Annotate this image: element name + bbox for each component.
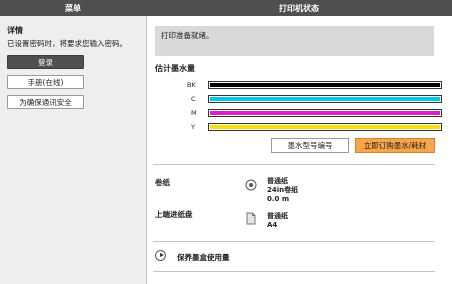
manual-online-button[interactable]: 手册(在线) [7, 75, 84, 89]
password-message: 已设置密码时，将要求您输入密码。 [7, 39, 127, 48]
play-icon[interactable] [155, 250, 166, 261]
roll-paper-type: 普通纸 [267, 177, 288, 185]
ink-row-y: Y [155, 123, 442, 131]
ink-fill-c [210, 97, 440, 101]
ink-row-c: C [155, 95, 442, 103]
ink-fill-y [210, 125, 440, 129]
detail-title: 详情 [7, 26, 23, 35]
ink-model-number-button[interactable]: 墨水型号编号 [271, 138, 349, 153]
status-title: 打印机状态 [279, 3, 319, 13]
ink-label-y: Y [191, 123, 195, 131]
roll-paper-info: 普通纸 24in卷纸 0.0 m [267, 177, 298, 204]
ink-bar-bk [208, 81, 442, 89]
ink-row-bk: BK [155, 81, 442, 89]
ink-label-m: M [191, 109, 197, 117]
status-message: 打印准备就绪。 [161, 31, 214, 40]
roll-paper-label: 卷纸 [155, 178, 170, 187]
upper-tray-info: 普通纸 A4 [267, 212, 288, 230]
menu-header: 菜单 [0, 0, 146, 16]
upper-tray-size: A4 [267, 221, 278, 229]
section-divider-2 [153, 241, 435, 242]
ink-label-c: C [191, 95, 196, 103]
ink-row-m: M [155, 109, 442, 117]
roll-paper-remaining: 0.0 m [267, 195, 290, 203]
maintenance-cartridge-label[interactable]: 保养墨盒使用量 [177, 252, 230, 263]
order-ink-button[interactable]: 立即订购墨水/耗材 [355, 138, 435, 153]
section-divider-3 [153, 271, 435, 272]
sheet-paper-icon [246, 212, 256, 227]
upper-tray-media: 普通纸 [267, 212, 288, 220]
roll-paper-icon [245, 179, 257, 193]
printer-status-panel: 打印准备就绪。 估计墨水量 BK C M Y 墨水型号编号 立即订购墨水/耗材 … [147, 16, 452, 284]
ink-bar-y [208, 123, 442, 131]
ink-bar-c [208, 95, 442, 103]
login-button[interactable]: 登录 [7, 55, 84, 69]
ink-level-title: 估计墨水量 [155, 64, 195, 73]
status-header: 打印机状态 [146, 0, 452, 16]
status-message-box: 打印准备就绪。 [155, 26, 434, 56]
menu-title: 菜单 [65, 3, 81, 13]
ink-bar-m [208, 109, 442, 117]
security-communication-button[interactable]: 为确保通讯安全 [7, 95, 84, 109]
roll-paper-size: 24in卷纸 [267, 186, 299, 194]
ink-label-bk: BK [187, 81, 196, 89]
ink-fill-m [210, 111, 440, 115]
ink-fill-bk [210, 83, 440, 87]
section-divider [153, 164, 435, 165]
upper-tray-label: 上端进纸盘 [155, 210, 193, 219]
